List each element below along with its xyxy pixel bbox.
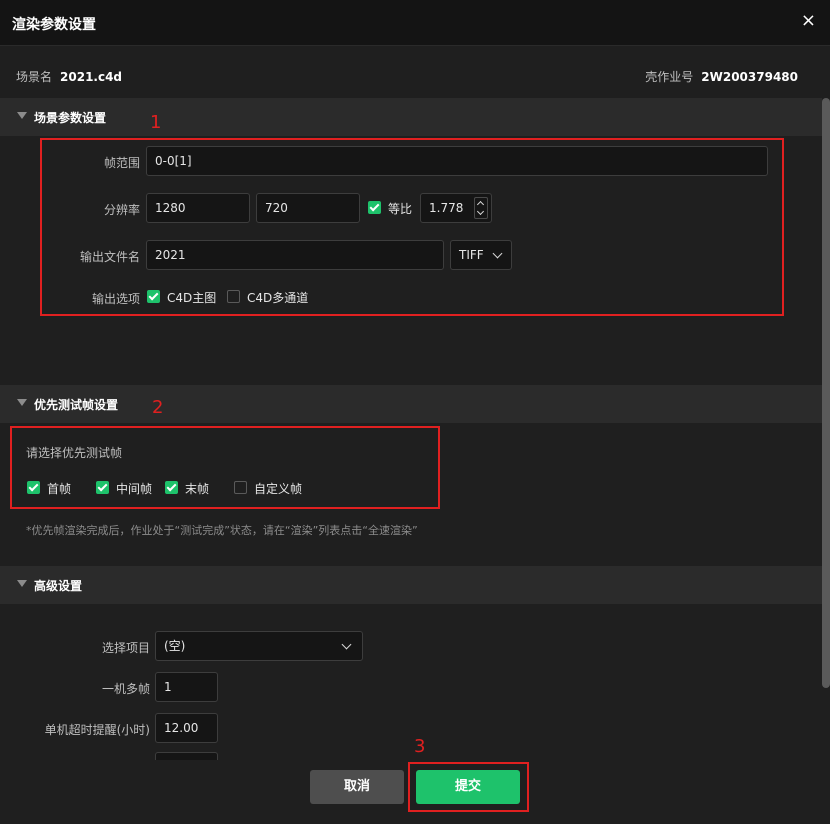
scrollbar[interactable] xyxy=(822,98,830,688)
section-scene-params[interactable]: 场景参数设置 xyxy=(0,98,822,136)
project-value: (空) xyxy=(164,639,186,653)
chevron-down-icon xyxy=(341,639,352,650)
collapse-triangle-icon xyxy=(17,399,27,406)
dialog-titlebar: 渲染参数设置 × xyxy=(0,0,830,46)
multi-frame-input[interactable]: 1 xyxy=(155,672,218,702)
section-advanced[interactable]: 高级设置 xyxy=(0,566,822,604)
annotation-box-1 xyxy=(40,138,784,316)
section-scene-params-title: 场景参数设置 xyxy=(34,111,107,125)
scene-name-value: 2021.c4d xyxy=(60,70,123,84)
annotation-box-3 xyxy=(408,762,529,812)
scene-name: 场景名 2021.c4d xyxy=(16,68,122,85)
timeout-input[interactable]: 12.00 xyxy=(155,713,218,743)
priority-frames-note: *优先帧渲染完成后，作业处于“测试完成”状态，请在“渲染”列表点击“全速渲染” xyxy=(26,524,418,537)
job-number-label: 壳作业号 xyxy=(645,70,694,84)
dialog-title: 渲染参数设置 xyxy=(12,17,96,33)
cancel-button[interactable]: 取消 xyxy=(310,770,404,804)
annotation-box-2 xyxy=(10,426,440,509)
collapse-triangle-icon xyxy=(17,112,27,119)
project-select[interactable]: (空) xyxy=(155,631,363,661)
close-icon[interactable]: × xyxy=(801,12,816,30)
annotation-number-3: 3 xyxy=(414,736,426,757)
section-priority-frames[interactable]: 优先测试帧设置 xyxy=(0,385,822,423)
annotation-number-2: 2 xyxy=(152,397,164,418)
collapse-triangle-icon xyxy=(17,580,27,587)
timeout-label: 单机超时提醒(小时) xyxy=(44,723,150,737)
scene-name-label: 场景名 xyxy=(16,70,53,84)
multi-frame-label: 一机多帧 xyxy=(101,682,150,696)
section-priority-frames-title: 优先测试帧设置 xyxy=(34,398,119,412)
job-number: 壳作业号 2W200379480 xyxy=(645,68,798,85)
job-number-value: 2W200379480 xyxy=(701,70,798,84)
section-advanced-title: 高级设置 xyxy=(34,579,83,593)
annotation-number-1: 1 xyxy=(150,112,162,133)
project-label: 选择项目 xyxy=(101,641,150,655)
